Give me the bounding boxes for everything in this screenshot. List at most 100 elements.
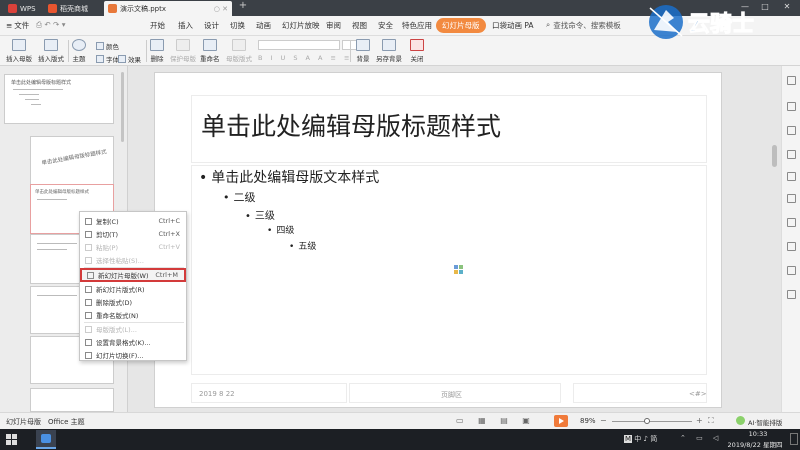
windows-start-icon[interactable]	[6, 434, 17, 445]
status-view-label: 幻灯片母版	[6, 418, 41, 426]
menu-slide-transition[interactable]: 幻灯片切换(F)...	[80, 349, 186, 361]
menu-copy[interactable]: 复制(C) Ctrl+C	[80, 215, 186, 227]
sidebar-property-icon[interactable]	[787, 172, 796, 181]
quick-access-icons[interactable]: ⎙ ↶ ↷ ▾	[36, 20, 66, 30]
sidebar-help-icon[interactable]	[787, 290, 796, 299]
sidebar-tool-icon[interactable]	[787, 266, 796, 275]
menu-paste[interactable]: 粘贴(P) Ctrl+V	[80, 241, 186, 253]
font-button[interactable]: 字体	[96, 54, 119, 64]
tab-wps[interactable]: WPS	[4, 1, 40, 16]
ai-icon	[736, 416, 745, 425]
menu-transition[interactable]: 切换	[230, 20, 245, 31]
sidebar-image-icon[interactable]	[787, 194, 796, 203]
menu-delete-layout[interactable]: 删除版式(D)	[80, 296, 186, 308]
insert-layout-button[interactable]: 插入版式	[38, 39, 64, 63]
menu-insert[interactable]: 插入	[178, 20, 193, 31]
menu-view[interactable]: 视图	[352, 20, 367, 31]
status-theme-label: Office 主题	[48, 418, 85, 426]
theme-button[interactable]: 主题	[72, 39, 86, 63]
status-bar: 幻灯片母版 Office 主题 ▭ ▦ ▤ ▣ 89% − + ⛶ AI·智能排…	[0, 412, 800, 429]
effect-button[interactable]: 效果	[118, 54, 141, 64]
sidebar-nav-icon[interactable]	[787, 76, 796, 85]
ai-layout-button[interactable]: AI·智能排版	[748, 417, 782, 427]
menu-slideshow[interactable]: 幻灯片放映	[282, 20, 320, 31]
clock-date[interactable]: 2019/8/22 星期四	[722, 439, 788, 449]
tab-docer[interactable]: 稻壳商城	[44, 1, 92, 16]
menu-master-layout[interactable]: 母版版式(L)...	[80, 323, 186, 335]
search-icon: ⌕	[546, 20, 551, 29]
bullet-level1[interactable]: • 单击此处编辑母版文本样式	[199, 167, 379, 187]
pptx-icon	[108, 4, 117, 13]
master-layout-button[interactable]: 母版版式	[226, 39, 252, 63]
toolbar-divider	[350, 40, 351, 62]
master-thumbnail[interactable]: 单击此处编辑母版标题样式	[4, 74, 114, 124]
clock-time[interactable]: 10:33	[734, 430, 782, 438]
view-mode-icons[interactable]: ▭ ▦ ▤ ▣	[456, 416, 536, 425]
sidebar-shape-icon[interactable]	[787, 126, 796, 135]
new-tab-button[interactable]: +	[236, 0, 250, 12]
effect-icon	[118, 55, 126, 63]
menu-slide-master[interactable]: 幻灯片母版	[436, 18, 486, 33]
insert-content-icon[interactable]	[454, 265, 464, 275]
bullet-level2[interactable]: • 二级	[223, 189, 256, 205]
menu-new-layout[interactable]: 新幻灯片版式(R)	[80, 283, 186, 295]
preserve-master-button[interactable]: 保护母版	[170, 39, 196, 63]
tab-close-icon[interactable]: ○ ✕	[214, 5, 228, 13]
layout-thumbnail[interactable]	[30, 388, 114, 412]
transition-icon	[85, 351, 92, 359]
sidebar-style-icon[interactable]	[787, 102, 796, 111]
body-placeholder[interactable]	[191, 165, 707, 375]
rename-layout-icon	[85, 311, 92, 319]
tray-icons[interactable]: ⌃ ▭ ◁	[680, 434, 722, 442]
file-menu[interactable]: ≡ 文件	[6, 20, 29, 31]
close-window-button[interactable]: ✕	[780, 2, 794, 14]
zoom-in-button[interactable]: +	[696, 416, 703, 425]
sidebar-share-icon[interactable]	[787, 218, 796, 227]
delete-button[interactable]: 删除	[150, 39, 164, 63]
play-button[interactable]	[554, 415, 568, 427]
slide-title[interactable]: 单击此处编辑母版标题样式	[201, 107, 501, 143]
menu-features[interactable]: 特色应用	[402, 20, 432, 31]
menu-paste-special[interactable]: 选择性粘贴(S)...	[80, 254, 186, 266]
menu-pocket-animation[interactable]: 口袋动画 PA	[492, 20, 534, 31]
background-button[interactable]: 背景	[356, 39, 370, 63]
font-name-field[interactable]	[258, 40, 340, 50]
menu-design[interactable]: 设计	[204, 20, 219, 31]
canvas-scrollbar[interactable]	[772, 145, 777, 167]
zoom-out-button[interactable]: −	[600, 416, 607, 425]
thumbnail-scrollbar[interactable]	[121, 72, 124, 142]
menu-rename-layout[interactable]: 重命名版式(N)	[80, 309, 186, 321]
tab-document[interactable]: 演示文稿.pptx ○ ✕	[104, 1, 232, 16]
menu-animation[interactable]: 动画	[256, 20, 271, 31]
menu-cut[interactable]: 剪切(T) Ctrl+X	[80, 228, 186, 240]
menu-new-master[interactable]: 新幻灯片母版(W) Ctrl+M	[80, 268, 186, 282]
rename-button[interactable]: 重命名	[200, 39, 220, 63]
color-button[interactable]: 颜色	[96, 41, 119, 51]
taskbar-app-wps[interactable]	[36, 430, 56, 449]
bullet-level4[interactable]: • 四级	[267, 223, 294, 236]
slide-number-placeholder[interactable]	[573, 383, 707, 403]
menu-start[interactable]: 开始	[150, 20, 165, 31]
toolbar-divider	[68, 40, 69, 62]
context-menu: 复制(C) Ctrl+C 剪切(T) Ctrl+X 粘贴(P) Ctrl+V 选择性粘…	[79, 211, 187, 361]
layout-thumbnail[interactable]: 单击此处编辑母版标题样式	[30, 136, 114, 186]
zoom-slider-thumb[interactable]	[644, 418, 650, 424]
insert-master-button[interactable]: 插入母版	[6, 39, 32, 63]
font-format-buttons[interactable]: B I U S A A ≡ ≡	[258, 54, 353, 62]
menu-review[interactable]: 审阅	[326, 20, 341, 31]
sidebar-animation-icon[interactable]	[787, 150, 796, 159]
system-tray[interactable]: M 中 ♪ 简	[624, 434, 657, 444]
bullet-level5[interactable]: • 五级	[289, 239, 316, 252]
save-background-button[interactable]: 另存背景	[376, 39, 402, 63]
zoom-slider[interactable]	[612, 421, 692, 422]
bullet-level3[interactable]: • 三级	[245, 207, 275, 222]
fit-window-icon[interactable]: ⛶	[708, 416, 714, 426]
menu-background-format[interactable]: 设置背景格式(K)...	[80, 336, 186, 348]
menu-security[interactable]: 安全	[378, 20, 393, 31]
search-box[interactable]: ⌕ 查找命令、搜索模板	[546, 20, 621, 31]
slide-canvas[interactable]: 单击此处编辑母版标题样式 • 单击此处编辑母版文本样式 • 二级 • 三级 • 四级 •…	[154, 72, 722, 408]
close-master-button[interactable]: 关闭	[410, 39, 424, 63]
notification-icon[interactable]	[790, 433, 798, 445]
background-format-icon	[85, 338, 92, 346]
sidebar-backup-icon[interactable]	[787, 242, 796, 251]
